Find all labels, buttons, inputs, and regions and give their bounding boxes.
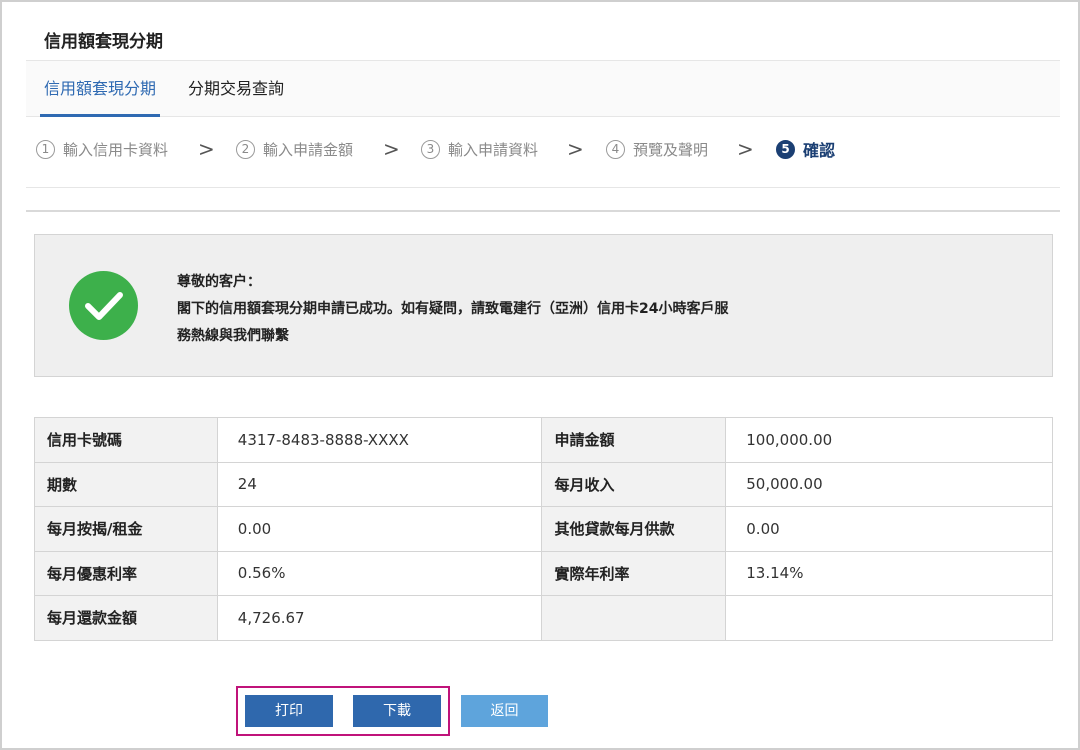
- field-label: 其他貸款每月供款: [541, 506, 727, 552]
- step-2: 2 輸入申請金額: [236, 118, 353, 180]
- progress-steps: 1 輸入信用卡資料 > 2 輸入申請金額 > 3 輸入申請資料 > 4 預覽及聲…: [26, 118, 1060, 188]
- field-label: 申請金額: [541, 417, 727, 463]
- field-value: 24: [216, 461, 543, 507]
- notice-greeting: 尊敬的客户：: [177, 274, 261, 290]
- chevron-right-icon: >: [737, 137, 754, 161]
- step-3: 3 輸入申請資料: [421, 118, 538, 180]
- notice-body-line2: 務熱線與我們聯繫: [177, 328, 289, 344]
- success-notice: 尊敬的客户： 閣下的信用額套現分期申請已成功。如有疑問，請致電建行（亞洲）信用卡…: [34, 234, 1053, 377]
- field-label: 實際年利率: [541, 550, 727, 596]
- step-4: 4 預覽及聲明: [606, 118, 708, 180]
- table-row: 每月按揭/租金 0.00 其他貸款每月供款 0.00: [34, 506, 1053, 552]
- step-number-badge: 2: [236, 139, 255, 159]
- step-label: 輸入信用卡資料: [63, 140, 169, 159]
- field-label: 信用卡號碼: [34, 417, 218, 463]
- field-label: 每月收入: [541, 461, 727, 507]
- step-label: 預覽及聲明: [633, 140, 709, 159]
- field-value: 0.56%: [216, 550, 543, 596]
- field-label: 每月優惠利率: [34, 550, 218, 596]
- download-button[interactable]: 下載: [353, 695, 441, 727]
- table-row: 期數 24 每月收入 50,000.00: [34, 461, 1053, 507]
- print-button[interactable]: 打印: [245, 695, 333, 727]
- notice-body-line1: 閣下的信用額套現分期申請已成功。如有疑問，請致電建行（亞洲）信用卡24小時客戶服: [177, 301, 729, 317]
- table-row: 每月優惠利率 0.56% 實際年利率 13.14%: [34, 550, 1053, 596]
- step-5-current: 5 確認: [776, 118, 835, 180]
- field-value: 50,000.00: [725, 461, 1053, 507]
- field-label: 每月還款金額: [34, 595, 218, 641]
- step-number-badge: 1: [36, 139, 55, 159]
- page-title: 信用額套現分期: [44, 32, 163, 52]
- step-number-badge: 4: [606, 139, 625, 159]
- step-number-badge: 3: [421, 139, 440, 159]
- field-value: 0.00: [725, 506, 1053, 552]
- chevron-right-icon: >: [198, 137, 215, 161]
- check-circle-icon: [69, 271, 138, 340]
- field-value: 0.00: [216, 506, 543, 552]
- tab-credit-cash-installment[interactable]: 信用額套現分期: [39, 61, 161, 117]
- table-row: 每月還款金額 4,726.67: [34, 595, 1053, 641]
- field-value: 4,726.67: [216, 595, 543, 641]
- field-value: 100,000.00: [725, 417, 1053, 463]
- tab-installment-query[interactable]: 分期交易查詢: [188, 61, 284, 117]
- field-label: 期數: [34, 461, 218, 507]
- step-label: 輸入申請金額: [263, 140, 354, 159]
- chevron-right-icon: >: [567, 137, 584, 161]
- application-details-table: 信用卡號碼 4317-8483-8888-XXXX 申請金額 100,000.0…: [34, 417, 1053, 641]
- field-label-empty: [541, 595, 727, 641]
- step-1: 1 輸入信用卡資料: [36, 118, 168, 180]
- field-label: 每月按揭/租金: [34, 506, 218, 552]
- field-value: 13.14%: [725, 550, 1053, 596]
- field-value: 4317-8483-8888-XXXX: [216, 417, 543, 463]
- section-divider: [26, 210, 1060, 212]
- chevron-right-icon: >: [383, 137, 400, 161]
- notice-message: 尊敬的客户： 閣下的信用額套現分期申請已成功。如有疑問，請致電建行（亞洲）信用卡…: [177, 269, 728, 350]
- step-label: 確認: [803, 141, 836, 160]
- step-label: 輸入申請資料: [448, 140, 539, 159]
- app-frame: 信用額套現分期 信用額套現分期 分期交易查詢 1 輸入信用卡資料 > 2 輸入申…: [0, 0, 1080, 750]
- step-number-badge: 5: [776, 139, 795, 159]
- field-value-empty: [725, 595, 1053, 641]
- table-row: 信用卡號碼 4317-8483-8888-XXXX 申請金額 100,000.0…: [34, 417, 1053, 463]
- back-button[interactable]: 返回: [461, 695, 548, 727]
- tab-bar: 信用額套現分期 分期交易查詢: [26, 60, 1060, 117]
